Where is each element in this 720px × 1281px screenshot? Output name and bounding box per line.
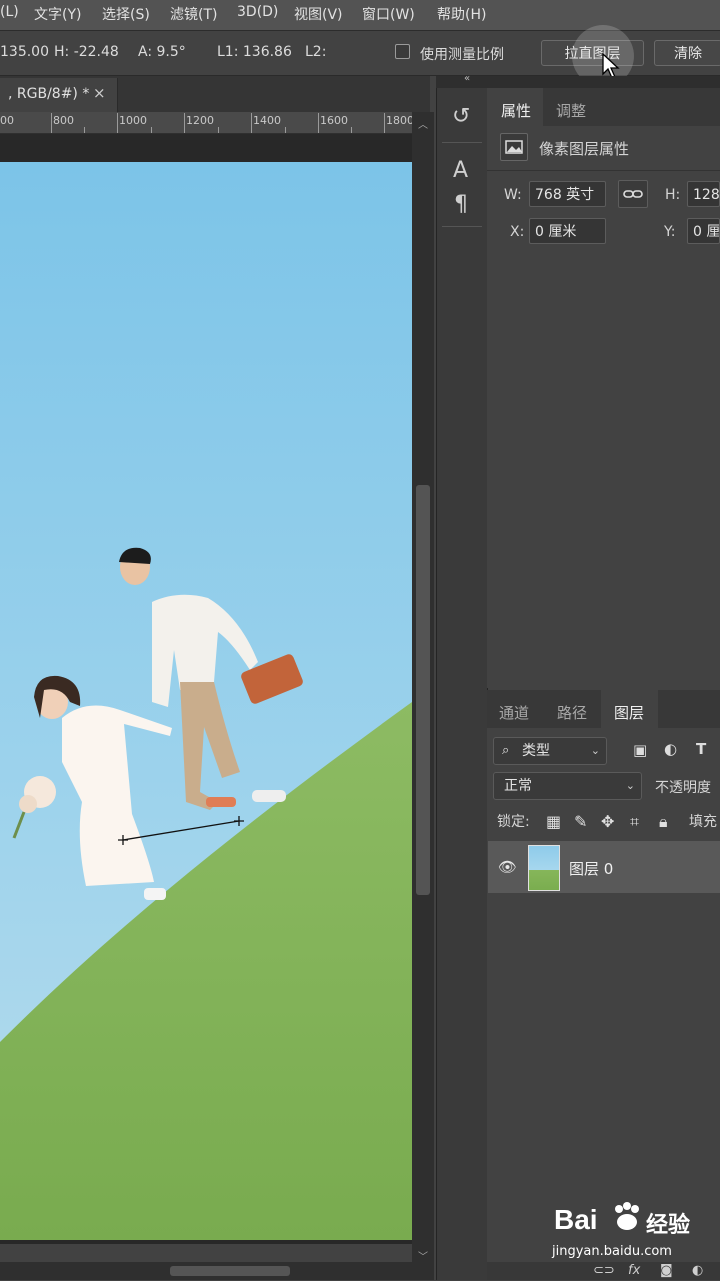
clear-button[interactable]: 清除 (654, 40, 720, 66)
width-field[interactable]: 768 英寸 (529, 181, 606, 207)
menu-help[interactable]: 帮助(H) (437, 4, 486, 24)
paragraph-icon[interactable]: ¶ (454, 192, 468, 217)
tab-channels[interactable]: 通道 (499, 702, 529, 723)
layer-name[interactable]: 图层 0 (569, 858, 613, 879)
pixel-layer-icon (500, 133, 528, 161)
character-icon[interactable]: A (453, 158, 468, 183)
properties-panel (487, 88, 720, 688)
l2-readout: L2: (305, 44, 327, 60)
chevron-down-icon: ⌄ (590, 744, 600, 757)
angle-readout: A: 9.5° (138, 44, 186, 60)
lock-artboard-icon[interactable]: ⌗ (630, 812, 639, 832)
history-icon[interactable]: ↺ (452, 104, 470, 129)
layer-thumbnail (528, 845, 560, 891)
horizontal-scroll-thumb[interactable] (170, 1266, 290, 1276)
menu-layer[interactable]: (L) (0, 4, 19, 20)
lock-all-icon[interactable]: 🔒︎ (659, 812, 668, 832)
lock-image-pixels-icon[interactable]: ✎ (574, 812, 587, 831)
use-measure-scale-checkbox[interactable] (395, 44, 410, 59)
document-tab[interactable]: , RGB/8#) * × (0, 78, 118, 112)
tab-adjustments[interactable]: 调整 (556, 100, 586, 121)
eye-icon[interactable]: 👁︎ (498, 858, 517, 876)
ruler-label: 1000 (119, 114, 147, 127)
photo-canvas[interactable] (0, 162, 412, 1240)
x-label: X: (510, 224, 525, 240)
menu-type[interactable]: 文字(Y) (34, 4, 81, 24)
ruler-label: 1600 (320, 114, 348, 127)
l1-readout: L1: 136.86 (217, 44, 292, 60)
layer-row[interactable]: 👁︎ 图层 0 (488, 841, 720, 893)
watermark: Bai 经验 jingyan.baidu.com (548, 1198, 720, 1266)
watermark-url: jingyan.baidu.com (552, 1244, 672, 1259)
layer-filter-value: 类型 (522, 743, 550, 759)
horizontal-scrollbar[interactable] (0, 1262, 434, 1280)
horizontal-ruler: 00 800 1000 1200 1400 1600 1800 (0, 112, 412, 134)
lock-transparent-pixels-icon[interactable]: ▦ (546, 812, 561, 831)
type-filter-icon[interactable]: T (696, 740, 706, 758)
ruler-label: 1200 (186, 114, 214, 127)
y-field[interactable]: 0 厘 (687, 218, 720, 244)
tab-properties[interactable]: 属性 (501, 100, 531, 121)
ruler-label: 1400 (253, 114, 281, 127)
lock-position-icon[interactable]: ✥ (601, 812, 614, 831)
document-tab-title: , RGB/8#) * (8, 86, 90, 102)
width-label: W: (504, 187, 522, 203)
menu-view[interactable]: 视图(V) (294, 4, 343, 24)
chevron-down-icon: ⌄ (625, 779, 635, 792)
lock-label: 锁定: (497, 814, 530, 830)
opacity-label: 不透明度 (655, 780, 711, 796)
search-icon: ⌕ (502, 743, 510, 758)
ruler-label: 1800 (386, 114, 412, 127)
tab-close-icon[interactable]: × (93, 84, 106, 102)
pixel-filter-icon[interactable]: ▣ (633, 741, 647, 759)
chevron-down-icon[interactable]: ﹀ (418, 1248, 428, 1263)
adjustment-filter-icon[interactable]: ◐ (664, 740, 677, 758)
menu-3d[interactable]: 3D(D) (237, 4, 278, 20)
fill-label: 填充 (689, 814, 717, 830)
collapse-arrows-icon[interactable]: « (464, 73, 470, 84)
ruler-label: 800 (53, 114, 74, 127)
menu-filter[interactable]: 滤镜(T) (170, 4, 217, 24)
panel-collapse-strip[interactable]: « (436, 73, 720, 88)
properties-header: 像素图层属性 (539, 140, 630, 158)
tab-layers[interactable]: 图层 (614, 702, 644, 723)
clear-label: 清除 (674, 46, 702, 62)
y-label: Y: (664, 224, 676, 240)
tab-paths[interactable]: 路径 (557, 702, 587, 723)
height-label: H: (665, 187, 681, 203)
menu-window[interactable]: 窗口(W) (362, 4, 415, 24)
watermark-brand: Bai (554, 1204, 598, 1235)
menu-select[interactable]: 选择(S) (102, 4, 150, 24)
layer-filter-dropdown[interactable]: ⌕ 类型 ⌄ (493, 737, 607, 765)
link-icon (623, 190, 643, 198)
x-field[interactable]: 0 厘米 (529, 218, 606, 244)
link-dimensions-button[interactable] (618, 180, 648, 208)
use-measure-scale-label: 使用测量比例 (420, 47, 504, 63)
x-readout: 135.00 (0, 44, 49, 60)
chevron-up-icon[interactable]: ︿ (418, 116, 428, 131)
blend-mode-dropdown[interactable]: 正常 ⌄ (493, 772, 642, 800)
height-field[interactable]: 128 (687, 181, 720, 207)
vertical-scroll-thumb[interactable] (416, 485, 430, 895)
blend-mode-value: 正常 (504, 778, 532, 794)
h-readout: H: -22.48 (54, 44, 119, 60)
panel-icon-column: ↺ A ¶ (436, 88, 488, 1280)
paw-icon (615, 1202, 639, 1230)
watermark-suffix: 经验 (646, 1213, 691, 1238)
ruler-label: 00 (0, 114, 14, 127)
